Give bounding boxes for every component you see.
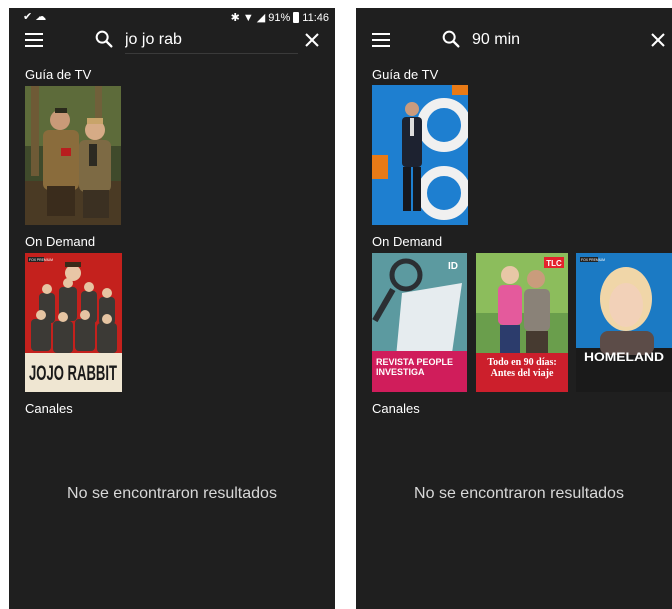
menu-icon[interactable] <box>372 33 390 47</box>
on-demand-poster-jojo-rabbit[interactable]: FOX PREMIUM JOJO RABBIT <box>25 253 122 392</box>
section-on-demand-label: On Demand <box>25 234 96 249</box>
search-toolbar <box>356 22 672 58</box>
poster-network-label: FOX PREMIUM <box>581 258 605 262</box>
section-channels-label: Canales <box>25 401 73 416</box>
close-icon[interactable] <box>304 32 320 48</box>
show-poster-image: FOX PREMIUM HOMELAND <box>576 253 672 392</box>
search-toolbar <box>9 22 335 58</box>
menu-icon[interactable] <box>25 33 43 47</box>
search-input[interactable] <box>472 27 645 53</box>
phone-screen-right: Guía de TV On Demand ID REVISTA <box>356 8 672 609</box>
search-icon[interactable] <box>93 28 115 50</box>
on-demand-poster-homeland[interactable]: FOX PREMIUM HOMELAND <box>576 253 672 392</box>
section-tv-guide-label: Guía de TV <box>25 67 92 82</box>
poster-title: Todo en 90 días: Antes del viaje <box>487 357 557 379</box>
tv-guide-result-poster[interactable] <box>372 85 468 225</box>
no-results-message: No se encontraron resultados <box>414 485 624 502</box>
show-poster-image: ID REVISTA PEOPLE INVESTIGA <box>372 253 467 392</box>
movie-still-image <box>25 86 121 225</box>
poster-title: HOMELAND <box>584 350 664 364</box>
on-demand-poster-revista-people[interactable]: ID REVISTA PEOPLE INVESTIGA <box>372 253 467 392</box>
poster-network-label: FOX PREMIUM <box>29 258 53 262</box>
movie-poster-image: FOX PREMIUM JOJO RABBIT <box>25 253 122 392</box>
poster-network-label: TLC <box>546 259 562 268</box>
section-on-demand-label: On Demand <box>372 234 443 249</box>
poster-title: REVISTA PEOPLE INVESTIGA <box>376 357 454 377</box>
section-tv-guide-label: Guía de TV <box>372 67 439 82</box>
no-results-message: No se encontraron resultados <box>67 485 277 502</box>
search-input[interactable] <box>125 27 298 54</box>
on-demand-poster-90-dias[interactable]: TLC Todo en 90 días: Antes del viaje <box>476 253 568 392</box>
section-channels-label: Canales <box>372 401 420 416</box>
phone-screen-left: ✔ ☁ ✱ ▼ ◢ 91% 11:46 Guía de TV <box>9 8 335 609</box>
show-still-image <box>372 85 468 225</box>
tv-guide-result-poster[interactable] <box>25 86 121 225</box>
search-icon[interactable] <box>440 28 462 50</box>
poster-network-label: ID <box>448 261 458 272</box>
close-icon[interactable] <box>650 32 666 48</box>
poster-title: JOJO RABBIT <box>29 362 117 385</box>
show-poster-image: TLC Todo en 90 días: Antes del viaje <box>476 253 568 392</box>
